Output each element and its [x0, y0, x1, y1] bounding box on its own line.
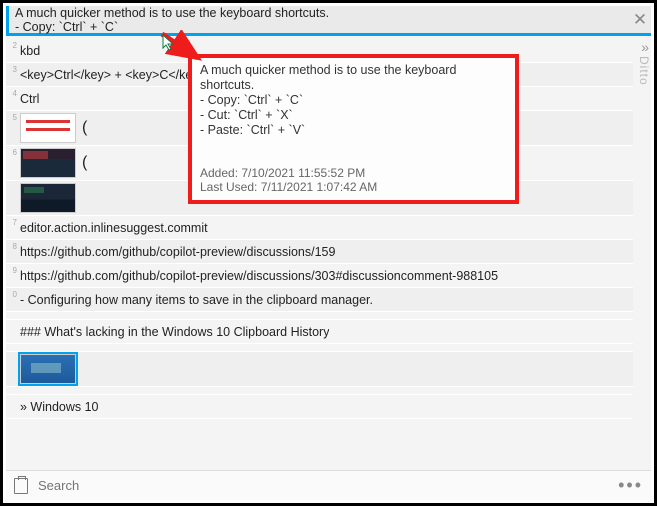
app-name-vertical: Ditto	[633, 56, 651, 86]
list-item[interactable]: 9https://github.com/github/copilot-previ…	[6, 264, 633, 288]
menu-icon[interactable]: •••	[618, 475, 643, 496]
item-index: 4	[7, 89, 17, 98]
clip-text: editor.action.inlinesuggest.commit	[20, 221, 208, 235]
list-item[interactable]: ### What's lacking in the Windows 10 Cli…	[6, 320, 633, 344]
clip-thumbnail	[20, 148, 76, 178]
clip-thumbnail	[20, 183, 76, 213]
spacer	[6, 344, 633, 352]
clip-details-tooltip: A much quicker method is to use the keyb…	[188, 54, 519, 204]
clip-thumbnail	[20, 354, 76, 384]
spacer	[6, 312, 633, 320]
item-index: 7	[7, 218, 17, 227]
tooltip-line: A much quicker method is to use the keyb…	[200, 63, 507, 93]
clip-text: - Configuring how many items to save in …	[20, 293, 373, 307]
list-item[interactable]: 8https://github.com/github/copilot-previ…	[6, 240, 633, 264]
item-index: 3	[7, 65, 17, 74]
expand-icon[interactable]: »	[641, 39, 649, 55]
clip-text: Ctrl	[20, 92, 39, 106]
selected-clip-text: A much quicker method is to use the keyb…	[9, 4, 629, 36]
item-index: 0	[7, 290, 17, 299]
tooltip-line: - Copy: `Ctrl` + `C`	[200, 93, 507, 108]
tooltip-line: - Paste: `Ctrl` + `V`	[200, 123, 507, 138]
close-icon[interactable]: ✕	[629, 10, 651, 30]
list-item[interactable]: » Windows 10	[6, 395, 633, 419]
clip-text: (	[82, 154, 87, 172]
tooltip-lastused: Last Used: 7/11/2021 1:07:42 AM	[200, 180, 377, 194]
item-index: 2	[7, 41, 17, 50]
item-index: 9	[7, 266, 17, 275]
selected-clip-header[interactable]: A much quicker method is to use the keyb…	[6, 6, 651, 36]
item-index: 6	[7, 148, 17, 157]
clip-text: (	[82, 119, 87, 137]
clipboard-icon[interactable]	[14, 478, 28, 494]
list-item[interactable]	[6, 352, 633, 387]
list-item[interactable]: 0- Configuring how many items to save in…	[6, 288, 633, 312]
tooltip-line: - Cut: `Ctrl` + `X`	[200, 108, 507, 123]
list-item[interactable]: 7editor.action.inlinesuggest.commit	[6, 216, 633, 240]
clip-text: » Windows 10	[20, 400, 99, 414]
clip-text: <key>Ctrl</key> + <key>C</key>	[20, 68, 206, 82]
item-index: 8	[7, 242, 17, 251]
clip-text: kbd	[20, 44, 40, 58]
clip-thumbnail	[20, 113, 76, 143]
clip-text: ### What's lacking in the Windows 10 Cli…	[20, 325, 329, 339]
search-input[interactable]	[38, 478, 618, 493]
tooltip-added: Added: 7/10/2021 11:55:52 PM	[200, 166, 377, 180]
item-index: 5	[7, 113, 17, 122]
bottom-bar: •••	[6, 470, 651, 500]
clip-text: https://github.com/github/copilot-previe…	[20, 269, 498, 283]
spacer	[6, 387, 633, 395]
clip-text: https://github.com/github/copilot-previe…	[20, 245, 335, 259]
